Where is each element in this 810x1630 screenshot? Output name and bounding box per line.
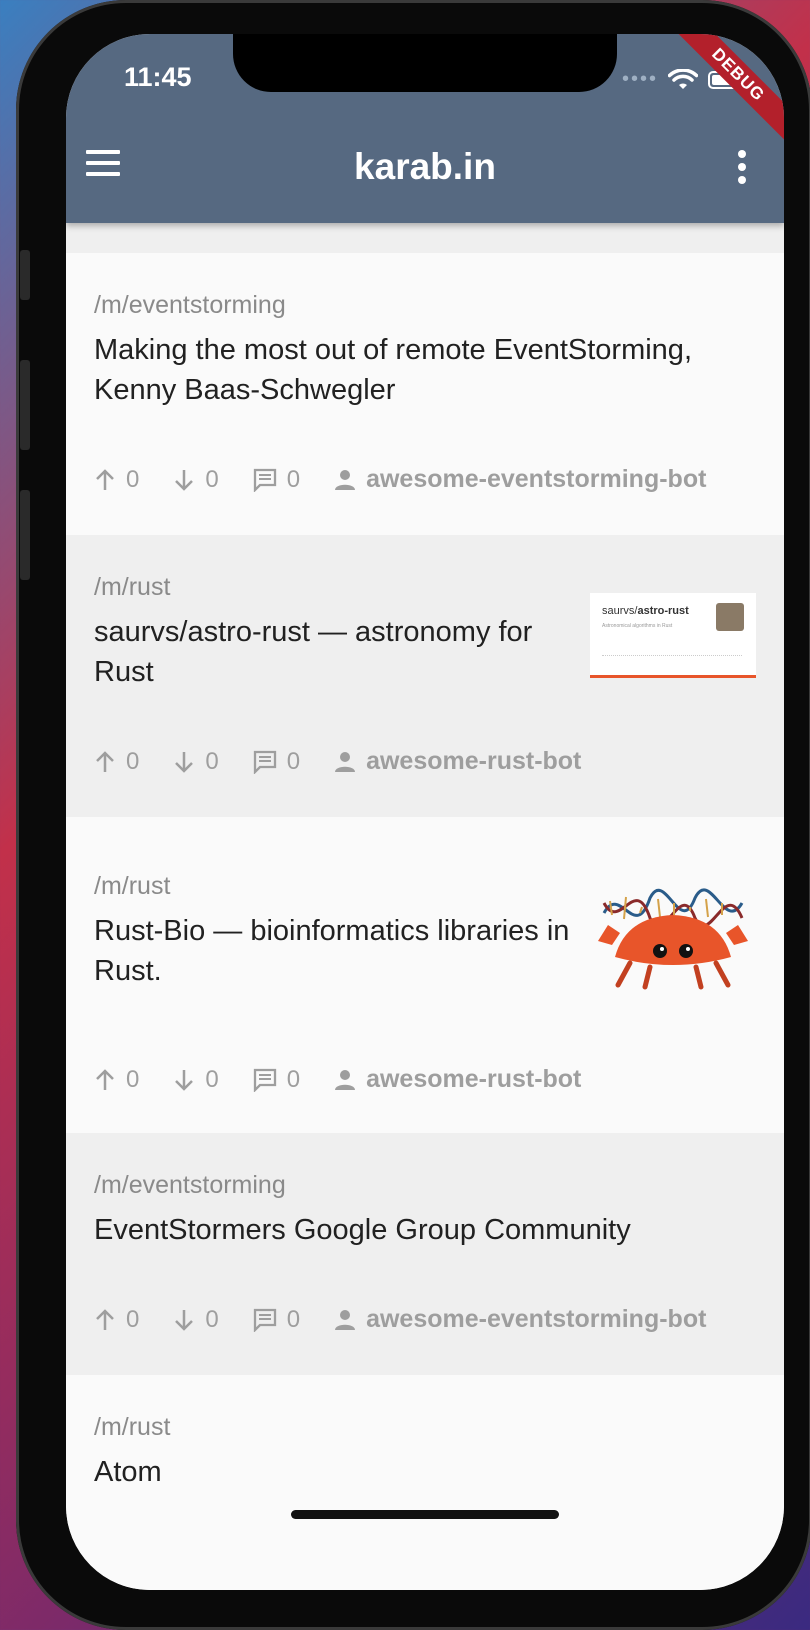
downvote-count: 0 [205, 1305, 219, 1333]
mute-switch [20, 250, 30, 300]
post-title[interactable]: Rust-Bio — bioinformatics libraries in R… [94, 911, 574, 991]
notch [233, 34, 617, 92]
post-community[interactable]: /m/rust [94, 535, 756, 602]
post-meta: 0 0 0 awesome-eventstorming-bot [94, 465, 740, 494]
upvote-count: 0 [126, 747, 140, 775]
comments-button[interactable]: 0 [253, 466, 300, 494]
author-link[interactable]: awesome-rust-bot [334, 1065, 581, 1094]
downvote-count: 0 [205, 1065, 219, 1093]
post-title[interactable]: EventStormers Google Group Community [94, 1210, 756, 1250]
phone-frame: 11:45 •••• DEBUG karab.in /m/eventstormi… [16, 0, 810, 1630]
thumb-description: Astronomical algorithms in Rust [602, 623, 673, 629]
arrow-up-icon [96, 468, 114, 490]
person-icon [335, 1069, 356, 1090]
post-title[interactable]: Making the most out of remote EventStorm… [94, 330, 756, 410]
upvote-button[interactable]: 0 [94, 1066, 139, 1094]
thumb-repo-owner: saurvs/ [602, 605, 638, 617]
comment-icon [253, 1308, 276, 1332]
post-card[interactable]: /m/rust saurvs/astro-rust — astronomy fo… [66, 535, 784, 817]
comment-count: 0 [286, 1305, 301, 1333]
comment-icon [253, 468, 276, 492]
author-link[interactable]: awesome-eventstorming-bot [334, 1305, 706, 1334]
arrow-up-icon [96, 750, 114, 772]
downvote-button[interactable]: 0 [173, 465, 219, 494]
arrow-up-icon [96, 1068, 114, 1090]
downvote-button[interactable]: 0 [173, 1305, 219, 1334]
post-meta: 0 0 0 awesome-rust-bot [94, 747, 615, 776]
author-link[interactable]: awesome-eventstorming-bot [334, 465, 706, 494]
app-screen: 11:45 •••• DEBUG karab.in /m/eventstormi… [66, 34, 784, 1590]
author-name: awesome-rust-bot [366, 747, 582, 775]
author-name: awesome-eventstorming-bot [366, 465, 707, 493]
downvote-count: 0 [205, 465, 219, 493]
arrow-down-icon [175, 751, 194, 773]
wifi-icon [668, 68, 698, 89]
signal-icon: •••• [621, 68, 658, 90]
divider [66, 223, 784, 253]
arrow-up-icon [96, 1308, 114, 1330]
volume-down-button [20, 490, 30, 580]
comment-count: 0 [286, 747, 301, 775]
downvote-button[interactable]: 0 [173, 747, 219, 776]
upvote-count: 0 [126, 1305, 140, 1333]
more-vert-icon[interactable] [738, 150, 748, 189]
post-card[interactable]: /m/rust Atom [66, 1375, 784, 1590]
status-time: 11:45 [124, 62, 192, 92]
app-title: karab.in [354, 146, 496, 187]
downvote-count: 0 [205, 747, 219, 775]
person-icon [335, 751, 356, 772]
post-meta: 0 0 0 awesome-rust-bot [94, 1065, 615, 1094]
upvote-button[interactable]: 0 [94, 1306, 139, 1334]
post-title[interactable]: saurvs/astro-rust — astronomy for Rust [94, 612, 574, 692]
thumb-stats [602, 655, 742, 660]
ferris-crab-dna-icon[interactable] [590, 873, 756, 991]
thumb-avatar [716, 603, 744, 631]
upvote-count: 0 [126, 465, 140, 493]
post-card[interactable]: /m/eventstorming Making the most out of … [66, 253, 784, 535]
post-community[interactable]: /m/eventstorming [94, 253, 756, 320]
comments-button[interactable]: 0 [253, 1306, 300, 1334]
thumb-repo-name: astro-rust [637, 605, 689, 617]
comments-button[interactable]: 0 [253, 1066, 300, 1094]
post-feed[interactable]: /m/eventstorming Making the most out of … [66, 223, 784, 1590]
volume-up-button [20, 360, 30, 450]
post-community[interactable]: /m/rust [94, 1375, 756, 1442]
author-name: awesome-rust-bot [366, 1065, 582, 1093]
comment-count: 0 [286, 465, 301, 493]
comment-icon [253, 1068, 276, 1092]
person-icon [335, 1309, 356, 1330]
arrow-down-icon [175, 1309, 194, 1331]
person-icon [335, 469, 356, 490]
comment-icon [253, 750, 276, 774]
post-meta: 0 0 0 awesome-eventstorming-bot [94, 1305, 740, 1334]
post-thumbnail[interactable]: saurvs/astro-rust Astronomical algorithm… [590, 593, 756, 678]
author-name: awesome-eventstorming-bot [366, 1305, 707, 1333]
post-card[interactable]: /m/rust Rust-Bio — bioinformatics librar… [66, 817, 784, 1133]
author-link[interactable]: awesome-rust-bot [334, 747, 581, 776]
upvote-button[interactable]: 0 [94, 466, 139, 494]
post-community[interactable]: /m/eventstorming [94, 1133, 756, 1200]
upvote-count: 0 [126, 1065, 140, 1093]
post-title[interactable]: Atom [94, 1452, 756, 1482]
comment-count: 0 [286, 1065, 301, 1093]
downvote-button[interactable]: 0 [173, 1065, 219, 1094]
upvote-button[interactable]: 0 [94, 748, 139, 776]
post-card[interactable]: /m/eventstorming EventStormers Google Gr… [66, 1133, 784, 1375]
comments-button[interactable]: 0 [253, 748, 300, 776]
arrow-down-icon [175, 1069, 194, 1091]
home-indicator[interactable] [291, 1510, 559, 1519]
arrow-down-icon [175, 469, 194, 491]
